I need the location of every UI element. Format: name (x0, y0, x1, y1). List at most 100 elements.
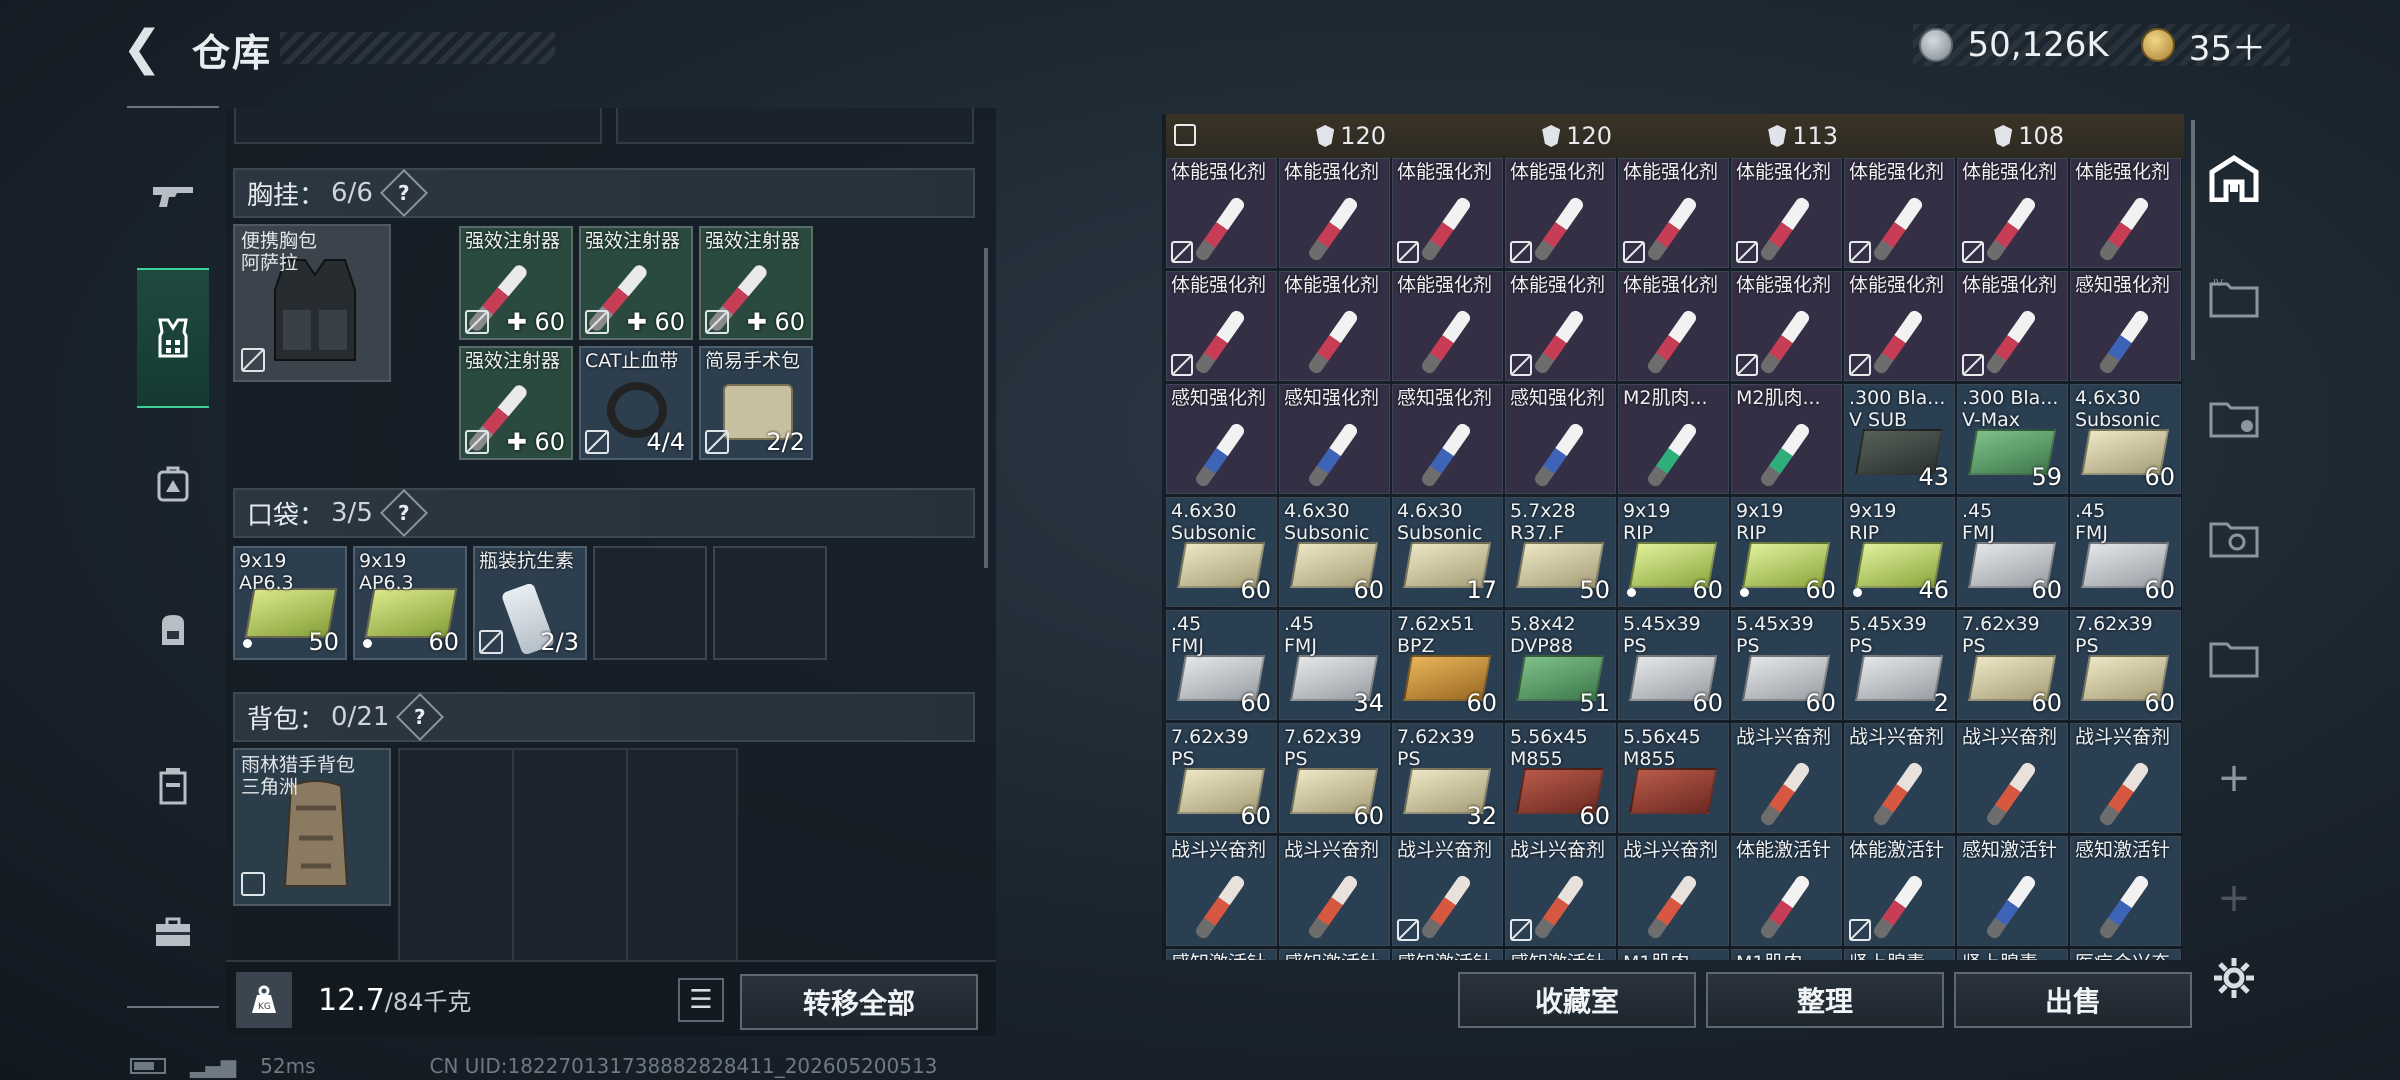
stash-item[interactable]: 感知激活针 (1166, 949, 1277, 960)
chest-slot[interactable]: 强效注射器 ✚ 60 (459, 226, 573, 340)
chest-slot[interactable]: 强效注射器 ✚ 60 (579, 226, 693, 340)
chest-rig-equip[interactable]: 便携胸包 阿萨拉 (233, 224, 391, 382)
transfer-all-button[interactable]: 转移全部 (740, 974, 978, 1030)
pocket-slot-empty[interactable] (593, 546, 707, 660)
stash-item[interactable]: 7.62x39 PS 60 (1166, 723, 1277, 833)
stash-item[interactable]: 体能强化剂 (1166, 271, 1277, 381)
stash-home-icon[interactable] (2206, 150, 2262, 206)
stash-item[interactable]: 战斗兴奋剂 (1505, 836, 1616, 946)
stash-item[interactable]: 体能强化剂 (1957, 158, 2068, 268)
stash-item[interactable]: 战斗兴奋剂 (1279, 836, 1390, 946)
stash-item[interactable]: 感知强化剂 (1392, 384, 1503, 494)
help-icon[interactable]: ? (379, 168, 428, 218)
stash-item[interactable]: 体能强化剂 (1957, 271, 2068, 381)
container-tab-icon[interactable] (135, 748, 211, 824)
stash-item[interactable]: 体能强化剂 (1844, 271, 1955, 381)
stash-item[interactable]: M1肌肉... (1731, 949, 1842, 960)
stash-item[interactable]: 感知激活针 (1957, 836, 2068, 946)
stash-item[interactable]: 体能强化剂 (1505, 158, 1616, 268)
stash-item[interactable]: 肾上腺素 (1957, 949, 2068, 960)
stash-item[interactable]: 体能强化剂 (1279, 158, 1390, 268)
stash-folder-2-icon[interactable] (2206, 390, 2262, 446)
stash-item[interactable]: 体能强化剂 (1279, 271, 1390, 381)
stash-item[interactable]: 9x19 RIP 46 (1844, 497, 1955, 607)
stash-item[interactable]: 肾上腺素 (1844, 949, 1955, 960)
loadout-scrollbar[interactable] (984, 248, 988, 568)
stash-item[interactable]: 体能强化剂 (1166, 158, 1277, 268)
stash-item[interactable]: 战斗兴奋剂 (1166, 836, 1277, 946)
stash-item[interactable]: 7.62x51 BPZ 60 (1392, 610, 1503, 720)
back-arrow-icon[interactable]: ❮ (122, 22, 170, 74)
stash-item[interactable]: 体能强化剂 (1618, 158, 1729, 268)
chest-slot[interactable]: 强效注射器 ✚ 60 (699, 226, 813, 340)
stash-item[interactable]: 7.62x39 PS 60 (1279, 723, 1390, 833)
stash-item[interactable]: 战斗兴奋剂 (1844, 723, 1955, 833)
chest-slot[interactable]: 简易手术包 2/2 (699, 346, 813, 460)
stash-item[interactable]: 5.56x45 M855 60 (1505, 723, 1616, 833)
gear-tab-icon[interactable] (137, 268, 209, 408)
stash-item[interactable]: 5.56x45 M855 (1618, 723, 1729, 833)
stash-item[interactable]: 战斗兴奋剂 (1957, 723, 2068, 833)
stash-item[interactable]: 医疗合兴奋 (2070, 949, 2181, 960)
weapon-tab-icon[interactable] (135, 158, 211, 234)
stash-item[interactable]: 战斗兴奋剂 (1392, 836, 1503, 946)
stash-item[interactable]: 7.62x39 PS 32 (1392, 723, 1503, 833)
stash-item[interactable]: 5.7x28 R37.F 50 (1505, 497, 1616, 607)
stash-item[interactable]: 体能强化剂 (1392, 271, 1503, 381)
stash-item[interactable]: 体能强化剂 (1392, 158, 1503, 268)
stash-item[interactable]: 4.6x30 Subsonic 60 (2070, 384, 2181, 494)
stash-item[interactable]: 体能激活针 (1731, 836, 1842, 946)
stash-item[interactable]: 体能强化剂 (1731, 271, 1842, 381)
stash-item[interactable]: 5.45x39 PS 2 (1844, 610, 1955, 720)
stash-item[interactable]: 5.45x39 PS 60 (1731, 610, 1842, 720)
stash-item[interactable]: 体能强化剂 (1618, 271, 1729, 381)
stash-item[interactable]: 体能强化剂 (2070, 158, 2181, 268)
help-icon[interactable]: ? (396, 692, 445, 742)
stash-item[interactable]: 4.6x30 Subsonic 60 (1279, 497, 1390, 607)
stash-item[interactable]: 体能强化剂 (1505, 271, 1616, 381)
settings-icon[interactable] (2206, 950, 2262, 1006)
stash-item[interactable]: 7.62x39 PS 60 (2070, 610, 2181, 720)
stash-item[interactable]: 感知激活针 (2070, 836, 2181, 946)
stash-item[interactable]: 4.6x30 Subsonic 60 (1166, 497, 1277, 607)
stash-item[interactable]: .45 FMJ 60 (2070, 497, 2181, 607)
stash-item[interactable]: M2肌肉... (1618, 384, 1729, 494)
stash-item[interactable]: 9x19 RIP 60 (1731, 497, 1842, 607)
pocket-slot[interactable]: 9x19 AP6.3 60 (353, 546, 467, 660)
stash-item[interactable]: 战斗兴奋剂 (1731, 723, 1842, 833)
stash-item[interactable]: 感知强化剂 (2070, 271, 2181, 381)
stash-item[interactable]: .300 Bla... V-Max 59 (1957, 384, 2068, 494)
stash-item[interactable]: 体能强化剂 (1731, 158, 1842, 268)
stash-item[interactable]: 感知激活针 (1279, 949, 1390, 960)
stash-item[interactable]: .45 FMJ 60 (1166, 610, 1277, 720)
chest-slot[interactable]: CAT止血带 4/4 (579, 346, 693, 460)
stash-folder-4-icon[interactable] (2206, 630, 2262, 686)
stash-item[interactable]: 感知强化剂 (1505, 384, 1616, 494)
pocket-slot-empty[interactable] (713, 546, 827, 660)
organize-button[interactable]: 整理 (1706, 972, 1944, 1028)
stash-item[interactable]: 5.45x39 PS 60 (1618, 610, 1729, 720)
backpack-tab-icon[interactable] (135, 592, 211, 668)
add-stash-icon[interactable]: + (2206, 750, 2262, 806)
stash-item[interactable]: 战斗兴奋剂 (2070, 723, 2181, 833)
stash-item[interactable]: .45 FMJ 60 (1957, 497, 2068, 607)
stash-item[interactable]: 4.6x30 Subsonic 17 (1392, 497, 1503, 607)
stash-folder-1-icon[interactable]: IV (2206, 270, 2262, 326)
collection-room-button[interactable]: 收藏室 (1458, 972, 1696, 1028)
stash-item[interactable]: 7.62x39 PS 60 (1957, 610, 2068, 720)
sell-button[interactable]: 出售 (1954, 972, 2192, 1028)
stash-scrollbar[interactable] (2191, 120, 2195, 360)
stash-item[interactable]: .300 Bla... V SUB 43 (1844, 384, 1955, 494)
backpack-grid[interactable] (398, 748, 738, 964)
stash-item[interactable]: 感知激活针 (1505, 949, 1616, 960)
stash-item[interactable]: 9x19 RIP 60 (1618, 497, 1729, 607)
pocket-slot[interactable]: 瓶装抗生素 2/3 (473, 546, 587, 660)
stash-item[interactable]: 感知强化剂 (1166, 384, 1277, 494)
stash-grid[interactable]: 120 120 113 108 体能强化剂 体能强化剂 体能强化剂 体能强化剂 体能强化剂 体能… (1166, 114, 2184, 960)
stash-item[interactable]: 体能激活针 (1844, 836, 1955, 946)
backpack-equip[interactable]: 雨林猎手背包 三角洲 (233, 748, 391, 906)
stash-item[interactable]: M1肌肉... (1618, 949, 1729, 960)
briefcase-tab-icon[interactable] (135, 894, 211, 970)
stash-item[interactable]: 战斗兴奋剂 (1618, 836, 1729, 946)
stash-item[interactable]: 5.8x42 DVP88 51 (1505, 610, 1616, 720)
